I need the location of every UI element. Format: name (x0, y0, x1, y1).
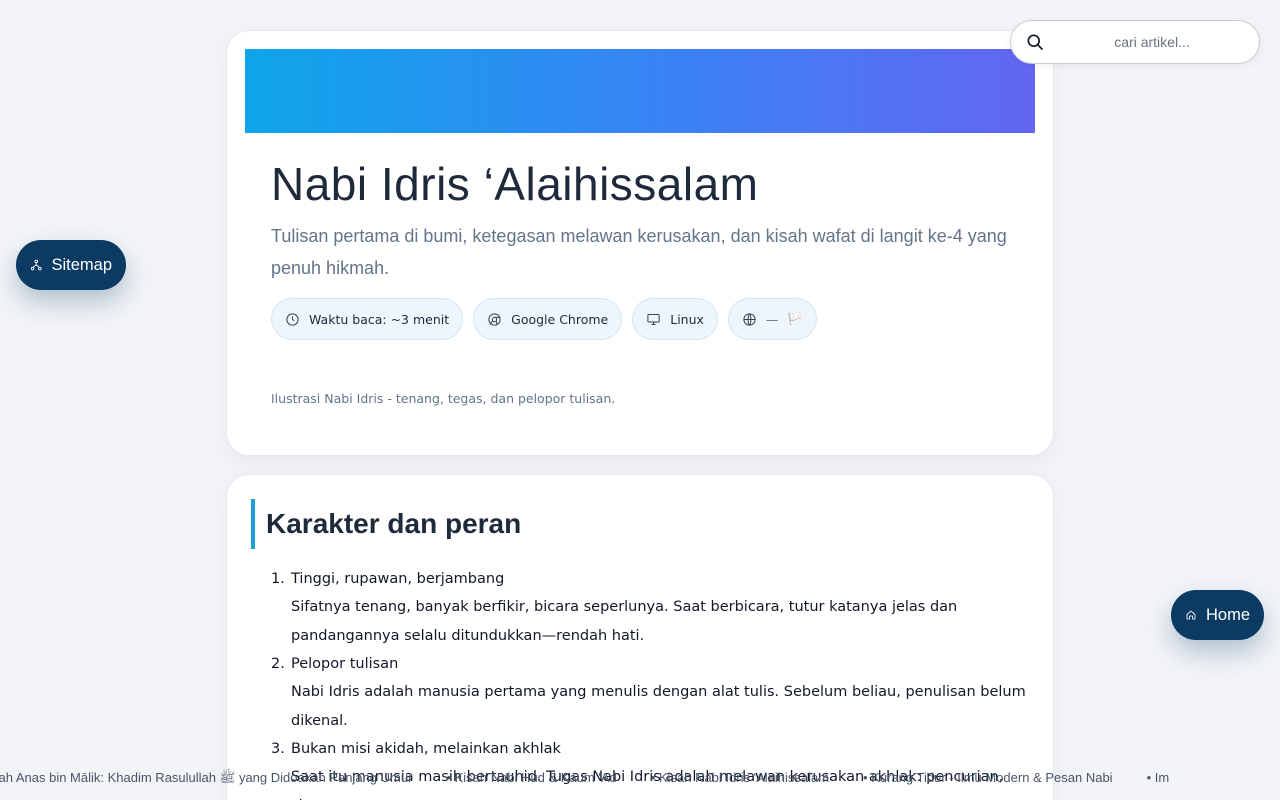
list-item: 2. Pelopor tulisan Nabi Idris adalah man… (271, 650, 1031, 735)
sitemap-label: Sitemap (51, 255, 112, 274)
list-item-heading: Tinggi, rupawan, berjambang (291, 571, 505, 587)
flag-icon: 🏳️ (787, 311, 803, 326)
language-value: — (765, 311, 779, 327)
list-item-heading: Bukan misi akidah, melainkan akhlak (291, 741, 561, 757)
ticker-link[interactable]: Im (1147, 766, 1169, 790)
search-icon[interactable] (1025, 32, 1045, 52)
list-item-number: 1. (271, 571, 285, 587)
home-label: Home (1205, 605, 1250, 624)
language-chip: — 🏳️ (727, 298, 817, 340)
image-caption: Ilustrasi Nabi Idris - tenang, tegas, da… (271, 391, 616, 406)
sitemap-button[interactable]: Sitemap (16, 240, 126, 290)
list-item-number: 2. (271, 656, 285, 672)
character-list: 1. Tinggi, rupawan, berjambang Sifatnya … (271, 565, 1031, 800)
sitemap-icon (30, 259, 42, 271)
list-item: 1. Tinggi, rupawan, berjambang Sifatnya … (271, 565, 1031, 650)
ticker-link[interactable]: sah Anas bin Mālik: Khadim Rasulullah ﷺ … (0, 766, 412, 790)
reading-time-label: Waktu baca: ~3 menit (309, 311, 450, 327)
browser-chip: Google Chrome (473, 298, 623, 340)
page-subtitle: Tulisan pertama di bumi, ketegasan melaw… (271, 226, 1007, 278)
search-input[interactable] (1057, 34, 1247, 50)
reading-time-chip: Waktu baca: ~3 menit (271, 298, 464, 340)
ticker-link[interactable]: Kisah Nabi Hud & Kaum 'Ad (446, 766, 617, 790)
ticker-link[interactable]: Kurang Tidur - Ilmu Modern & Pesan Nabi (863, 766, 1112, 790)
clock-icon (286, 312, 299, 326)
meta-chips: Waktu baca: ~3 menit Google Chrome Linux… (271, 298, 817, 340)
page-title: Nabi Idris ‘Alaihissalam (271, 158, 759, 210)
list-item-description: Sifatnya tenang, banyak berfikir, bicara… (291, 599, 958, 644)
os-chip: Linux (632, 298, 718, 340)
list-item-description: Nabi Idris adalah manusia pertama yang m… (291, 684, 1026, 729)
monitor-icon (647, 313, 660, 325)
content-section-card: Karakter dan peran 1. Tinggi, rupawan, b… (227, 475, 1053, 800)
section-title: Karakter dan peran (251, 499, 521, 549)
list-item-number: 3. (271, 741, 285, 757)
article-ticker: sah Anas bin Mālik: Khadim Rasulullah ﷺ … (0, 766, 1280, 790)
browser-label: Google Chrome (511, 311, 609, 327)
hero-banner (245, 49, 1035, 133)
chrome-icon (488, 312, 501, 326)
os-label: Linux (670, 311, 704, 327)
article-header-card: Nabi Idris ‘Alaihissalam Tulisan pertama… (227, 31, 1053, 455)
home-button[interactable]: Home (1171, 590, 1264, 640)
ticker-link[interactable]: Kisah Nabi Idris 'Alaihissalam (651, 766, 829, 790)
home-icon (1186, 610, 1196, 620)
globe-icon (743, 312, 756, 326)
list-item-heading: Pelopor tulisan (291, 656, 399, 672)
search-box (1010, 20, 1260, 64)
